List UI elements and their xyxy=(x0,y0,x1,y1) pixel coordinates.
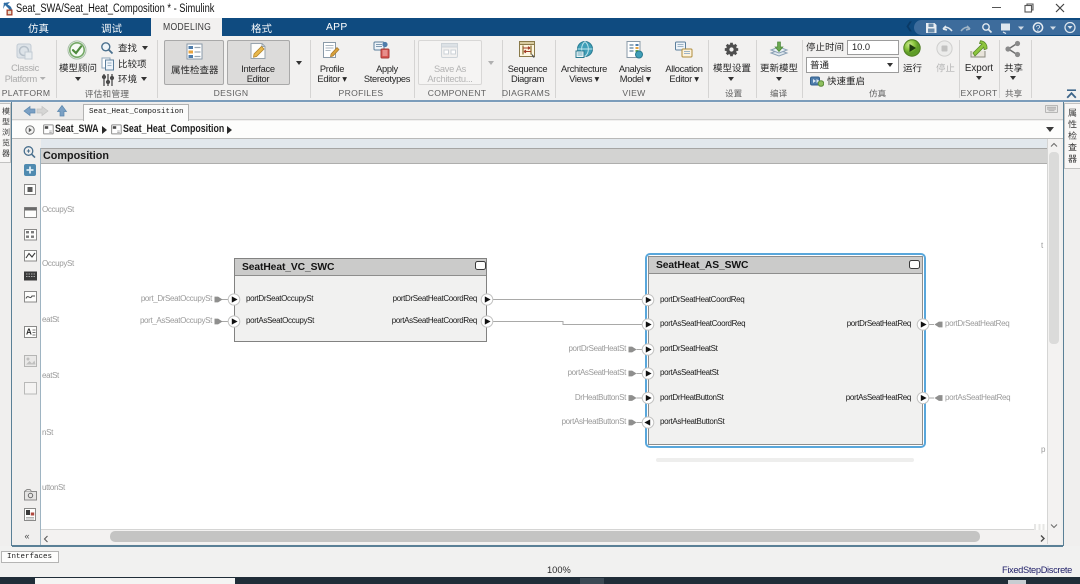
svg-text:«: « xyxy=(25,531,30,541)
svg-text:A: A xyxy=(26,328,32,337)
svg-text:?: ? xyxy=(1036,22,1041,32)
